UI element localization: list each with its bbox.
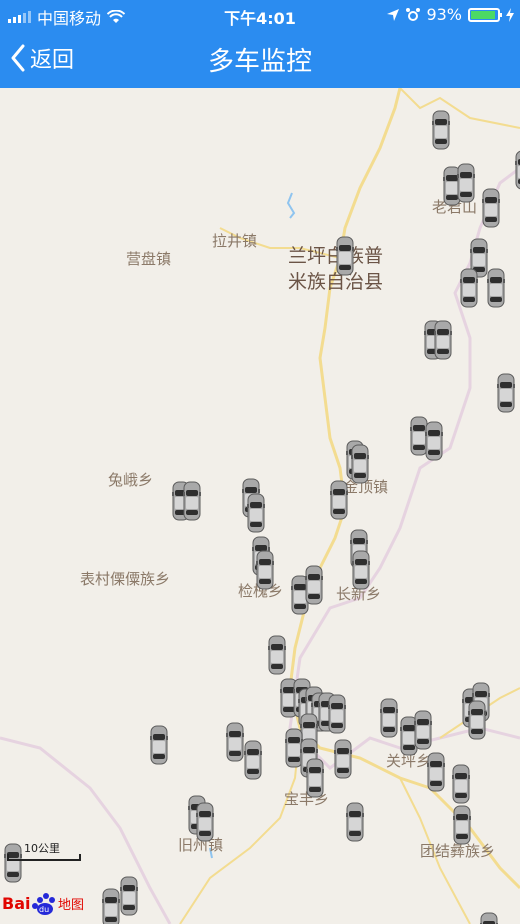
vehicle-marker[interactable] (425, 421, 443, 461)
vehicle-marker[interactable] (453, 805, 471, 845)
vehicle-marker[interactable] (334, 739, 352, 779)
vehicle-marker[interactable] (268, 635, 286, 675)
page-title: 多车监控 (207, 47, 312, 77)
vehicle-marker[interactable] (515, 150, 520, 190)
vehicle-marker[interactable] (256, 550, 274, 590)
vehicle-marker[interactable] (380, 698, 398, 738)
vehicle-marker[interactable] (482, 188, 500, 228)
charging-icon (506, 7, 514, 22)
vehicle-marker[interactable] (351, 444, 369, 484)
location-arrow-icon (387, 8, 400, 21)
scale-ruler (7, 854, 81, 861)
svg-text:地图: 地图 (58, 898, 84, 913)
vehicle-marker[interactable] (328, 694, 346, 734)
status-right: 93% (386, 5, 514, 24)
vehicle-marker[interactable] (457, 163, 475, 203)
vehicle-marker[interactable] (497, 373, 515, 413)
place-label-yingpan: 营盘镇 (126, 250, 172, 268)
baidu-logo: Bai du 地图 (2, 888, 88, 918)
road-northeast (399, 88, 520, 129)
vehicle-marker[interactable] (330, 480, 348, 520)
river (286, 192, 296, 219)
vehicle-marker[interactable] (183, 481, 201, 521)
vehicle-marker[interactable] (468, 700, 486, 740)
vehicle-marker[interactable] (244, 740, 262, 780)
scale-bar: 10公里 (6, 840, 82, 864)
battery-icon (468, 7, 502, 22)
vehicle-marker[interactable] (487, 268, 505, 308)
vehicle-marker[interactable] (452, 764, 470, 804)
vehicle-marker[interactable] (460, 268, 478, 308)
vehicle-marker[interactable] (346, 802, 364, 842)
vehicle-marker[interactable] (427, 752, 445, 792)
vehicle-marker[interactable] (150, 725, 168, 765)
vehicle-marker[interactable] (226, 722, 244, 762)
vehicle-marker[interactable] (247, 493, 265, 533)
vehicle-marker[interactable] (352, 550, 370, 590)
svg-text:du: du (39, 905, 49, 914)
place-label-tue: 兔峨乡 (108, 471, 154, 489)
baidu-paw-icon: Bai du 地图 (2, 893, 84, 915)
vehicle-marker[interactable] (120, 876, 138, 916)
map-view[interactable]: 营盘镇 拉井镇 兰坪白族普米族自治县 老君山 兔峨乡 表村傈僳族乡 检槐乡 长新… (0, 88, 520, 924)
vehicle-marker[interactable] (305, 565, 323, 605)
svg-text:Bai: Bai (2, 894, 30, 913)
place-label-biaocun: 表村傈僳族乡 (80, 570, 171, 588)
vehicle-marker[interactable] (306, 758, 324, 798)
vehicle-marker[interactable] (196, 802, 214, 842)
nav-bar: 返回 多车监控 (0, 30, 520, 88)
vehicle-marker[interactable] (336, 236, 354, 276)
battery-percent: 93% (426, 5, 462, 24)
status-bar: 中国移动 下午4:01 93% (0, 0, 520, 30)
place-label-lajing: 拉井镇 (212, 232, 258, 250)
vehicle-marker[interactable] (434, 320, 452, 360)
vehicle-marker[interactable] (102, 888, 120, 924)
vehicle-marker[interactable] (432, 110, 450, 150)
alarm-icon (406, 7, 421, 21)
vehicle-marker[interactable] (480, 912, 498, 924)
vehicle-marker[interactable] (414, 710, 432, 750)
